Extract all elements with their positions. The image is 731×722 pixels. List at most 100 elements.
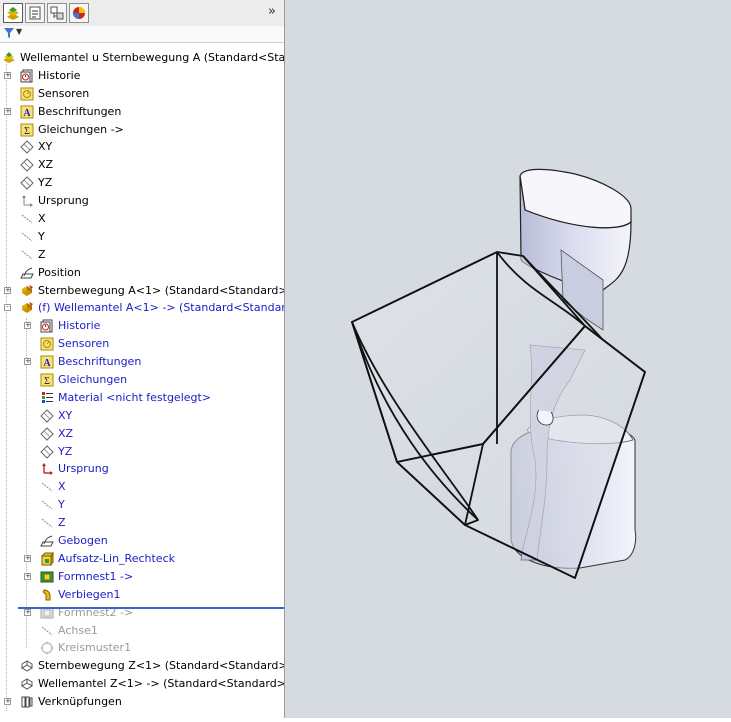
- tree-item[interactable]: Σ Gleichungen ->: [0, 121, 284, 139]
- tree-item[interactable]: Achse1: [0, 622, 284, 640]
- extrude-icon: [40, 551, 54, 567]
- axis-icon: [40, 624, 54, 638]
- tree-item-label: Aufsatz-Lin_Rechteck: [58, 551, 175, 565]
- tree-item[interactable]: Sternbewegung Z<1> (Standard<Standard>): [0, 657, 284, 675]
- equation-icon: Σ: [40, 373, 54, 387]
- svg-text:Σ: Σ: [24, 126, 30, 137]
- feature-manager-tab[interactable]: [3, 3, 23, 23]
- expand-icon[interactable]: +: [4, 286, 11, 294]
- tree-item-label: Sternbewegung A<1> (Standard<Standard>): [38, 283, 285, 297]
- tree-item-label: YZ: [38, 176, 53, 190]
- solidworks-window: » ▼ Wellemantel u Sternbewegung A (Stand…: [0, 0, 731, 718]
- tree-item[interactable]: XZ: [0, 156, 284, 174]
- tree-item[interactable]: + Historie: [0, 317, 284, 335]
- filter-bar: ▼: [0, 26, 284, 43]
- tree-item[interactable]: Z: [0, 514, 284, 532]
- tree-item[interactable]: Σ Gleichungen: [0, 371, 284, 389]
- more-tabs-button[interactable]: »: [268, 4, 276, 19]
- display-manager-tab[interactable]: [69, 3, 89, 23]
- tree-item[interactable]: XY: [0, 138, 284, 156]
- plane-icon: [20, 176, 34, 190]
- graphics-viewport[interactable]: [285, 0, 731, 718]
- tree-item-label: Beschriftungen: [38, 104, 122, 118]
- tree-item[interactable]: + Historie: [0, 67, 284, 85]
- tree-item-label: XZ: [38, 158, 54, 172]
- tree-item-label: Y: [38, 229, 45, 243]
- expand-icon[interactable]: +: [24, 322, 31, 330]
- tree-item[interactable]: Sensoren: [0, 335, 284, 353]
- tree-item[interactable]: Y: [0, 228, 284, 246]
- tree-item[interactable]: Verbiegen1: [0, 586, 284, 604]
- collapse-icon[interactable]: -: [4, 304, 11, 312]
- tree-item-label: X: [58, 480, 66, 494]
- tree-item[interactable]: Gebogen: [0, 532, 284, 550]
- filter-funnel-icon[interactable]: [4, 28, 14, 38]
- expand-icon[interactable]: +: [4, 107, 11, 115]
- tree-item[interactable]: Kreismuster1: [0, 639, 284, 657]
- part-icon: [20, 284, 34, 298]
- tree-item[interactable]: XY: [0, 407, 284, 425]
- history-icon: [20, 69, 34, 83]
- tree-item[interactable]: XZ: [0, 425, 284, 443]
- tree-item-label: Z: [58, 516, 66, 530]
- tree-item-label: Y: [58, 498, 65, 512]
- expand-icon[interactable]: +: [4, 71, 11, 79]
- feature-tree: Wellemantel u Sternbewegung A (Standard<…: [0, 49, 284, 711]
- filter-dropdown-arrow[interactable]: ▼: [16, 27, 22, 36]
- plane-icon: [20, 140, 34, 155]
- expand-icon[interactable]: +: [24, 572, 31, 580]
- plane-icon: [40, 444, 54, 459]
- tree-item-label: YZ: [58, 444, 73, 458]
- expand-icon[interactable]: +: [24, 358, 31, 366]
- tree-item[interactable]: YZ: [0, 174, 284, 192]
- tree-item[interactable]: X: [0, 478, 284, 496]
- tree-item[interactable]: Position: [0, 264, 284, 282]
- tree-item[interactable]: + A Beschriftungen: [0, 103, 284, 121]
- tree-item[interactable]: + Aufsatz-Lin_Rechteck: [0, 550, 284, 568]
- sensor-icon: [20, 87, 34, 101]
- tree-item[interactable]: Y: [0, 496, 284, 514]
- history-icon: [40, 319, 54, 333]
- tree-item-label: (f) Wellemantel A<1> -> (Standard<Standa…: [38, 301, 285, 315]
- tree-item[interactable]: Sensoren: [0, 85, 284, 103]
- rollback-bar[interactable]: [18, 607, 284, 609]
- tree-item[interactable]: + A Beschriftungen: [0, 353, 284, 371]
- tree-item[interactable]: Wellemantel Z<1> -> (Standard<Standard>): [0, 675, 284, 693]
- configuration-icon: [50, 6, 64, 20]
- configuration-manager-tab[interactable]: [47, 3, 67, 23]
- tree-item-label: XZ: [58, 426, 74, 440]
- tree-item[interactable]: Wellemantel u Sternbewegung A (Standard<…: [0, 49, 284, 67]
- tree-item-label: Wellemantel Z<1> -> (Standard<Standard>): [38, 677, 285, 691]
- property-manager-tab[interactable]: [25, 3, 45, 23]
- tree-item[interactable]: - (f) Wellemantel A<1> -> (Standard<Stand…: [0, 299, 284, 317]
- expand-icon[interactable]: +: [24, 608, 31, 616]
- tree-item-label: Verbiegen1: [58, 587, 121, 601]
- tree-item[interactable]: + Verknüpfungen: [0, 693, 284, 711]
- tree-item-label: X: [38, 212, 46, 226]
- tree-item[interactable]: Ursprung: [0, 460, 284, 478]
- expand-icon[interactable]: +: [4, 698, 11, 706]
- part-icon: [20, 301, 34, 315]
- flex-icon: [40, 588, 54, 602]
- tree-item[interactable]: Material <nicht festgelegt>: [0, 389, 284, 407]
- tree-item-label: Historie: [38, 68, 81, 82]
- annotation-icon: A: [20, 105, 34, 119]
- tree-item-label: Formnest1 ->: [58, 569, 134, 583]
- feature-tree-icon: [7, 7, 19, 20]
- tree-item[interactable]: + Formnest1 ->: [0, 568, 284, 586]
- tree-item-label: Historie: [58, 319, 101, 333]
- part-outline-icon: [20, 677, 34, 691]
- axis-icon: [40, 516, 54, 530]
- tree-item[interactable]: Z: [0, 246, 284, 264]
- tree-item[interactable]: Ursprung: [0, 192, 284, 210]
- property-icon: [29, 6, 41, 20]
- tree-item-label: XY: [58, 408, 73, 422]
- tree-item-label: Material <nicht festgelegt>: [58, 390, 212, 404]
- tree-item-label: Wellemantel u Sternbewegung A (Standard<…: [20, 51, 285, 64]
- expand-icon[interactable]: +: [24, 554, 31, 562]
- tree-item[interactable]: X: [0, 210, 284, 228]
- tree-item[interactable]: YZ: [0, 443, 284, 461]
- tree-item-label: Gleichungen: [58, 373, 128, 387]
- tree-item-label: Achse1: [58, 623, 98, 637]
- tree-item[interactable]: + Sternbewegung A<1> (Standard<Standard>): [0, 282, 284, 300]
